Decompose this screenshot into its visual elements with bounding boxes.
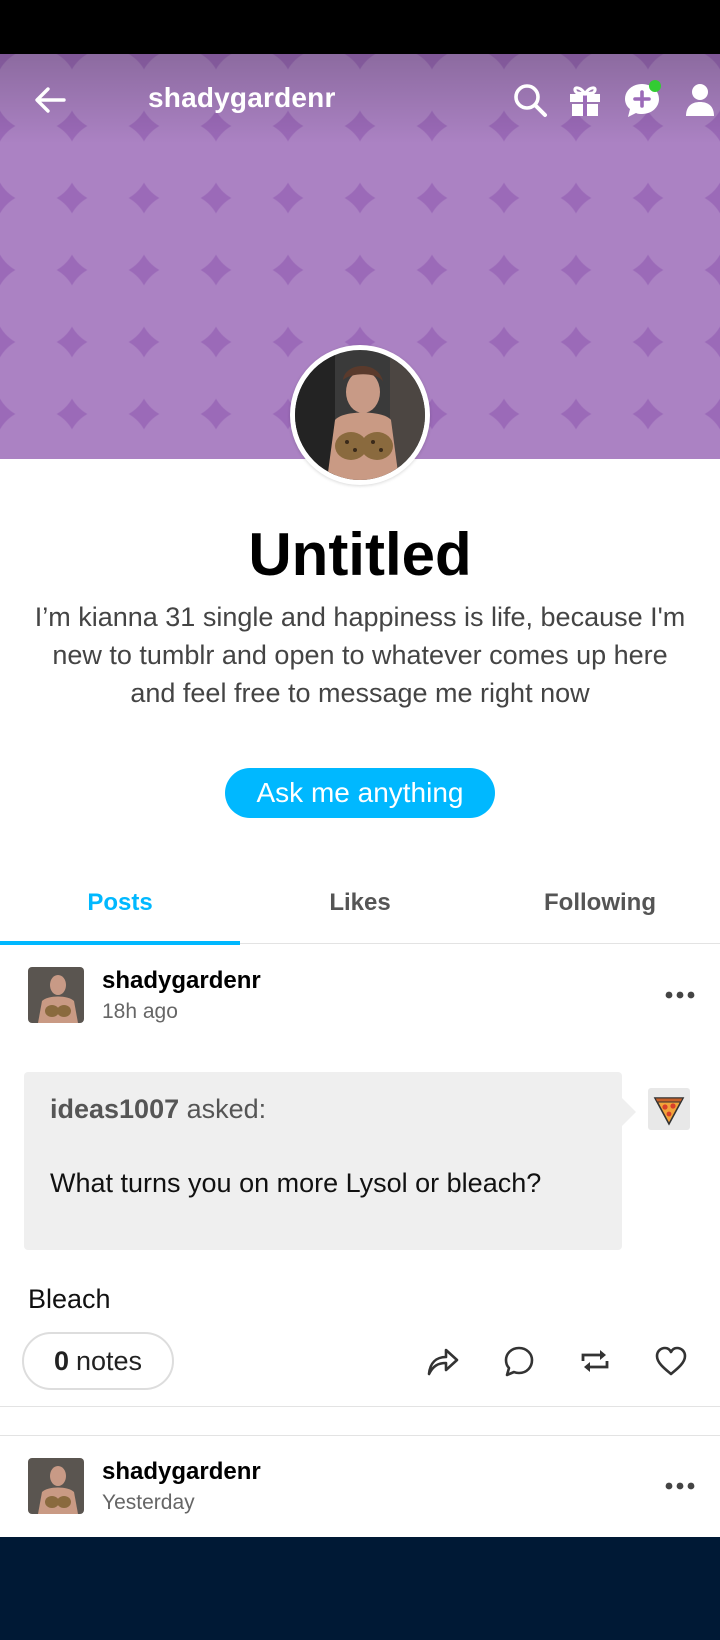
post-more-button[interactable] [660,980,700,1010]
notes-label: notes [75,1345,143,1376]
status-bar [0,0,720,54]
search-button[interactable] [510,80,550,120]
blog-tabs: Posts Likes Following [0,862,720,945]
asker-line: ideas1007 asked: [50,1094,266,1125]
post-more-button[interactable] [660,1471,700,1501]
tab-posts[interactable]: Posts [0,862,240,945]
like-button[interactable] [650,1340,692,1382]
post-username[interactable]: shadygardenr [102,1458,261,1486]
blog-description: I’m kianna 31 single and happiness is li… [34,602,686,708]
account-icon [686,84,714,116]
notes-button[interactable]: 0 notes [22,1332,174,1390]
blog-title: Untitled [248,521,472,588]
ask-me-anything-button[interactable]: Ask me anything [225,768,495,818]
more-icon [665,991,695,999]
gift-icon [570,86,600,116]
blog-name[interactable]: shadygardenr [148,82,336,114]
account-button[interactable] [680,80,720,120]
tab-following[interactable]: Following [480,862,720,944]
asker-avatar[interactable] [648,1088,690,1130]
reblog-button[interactable] [574,1340,616,1382]
asker-name[interactable]: ideas1007 [50,1094,179,1124]
gift-button[interactable] [565,80,605,120]
arrow-left-icon [35,87,66,113]
header-shade [0,54,720,144]
reply-button[interactable] [498,1340,540,1382]
navigation-bar [0,1537,720,1640]
post-avatar[interactable] [28,1458,84,1514]
profile-avatar[interactable] [290,345,430,485]
answer-text: Bleach [28,1284,111,1314]
post-divider [0,1406,720,1436]
notes-count: 0 [53,1345,69,1376]
ask-bubble: ideas1007 asked: What turns you on more … [24,1072,636,1250]
pizza-icon [653,1097,685,1126]
asked-label: asked: [186,1094,267,1124]
more-icon [665,1482,695,1490]
reply-icon [504,1346,534,1377]
tab-likes[interactable]: Likes [240,862,480,944]
post-timestamp: 18h ago [102,1000,178,1023]
avatar-photo [295,350,425,480]
post-username[interactable]: shadygardenr [102,967,261,995]
like-icon [655,1346,687,1376]
share-button[interactable] [422,1340,464,1382]
back-button[interactable] [28,78,72,122]
new-message-button[interactable] [622,80,662,120]
post-avatar[interactable] [28,967,84,1023]
new-message-icon [625,80,661,117]
reblog-icon [581,1350,609,1372]
ask-question: What turns you on more Lysol or bleach? [50,1168,542,1198]
share-icon [427,1348,459,1376]
search-icon [514,84,547,117]
post-timestamp: Yesterday [102,1491,195,1514]
